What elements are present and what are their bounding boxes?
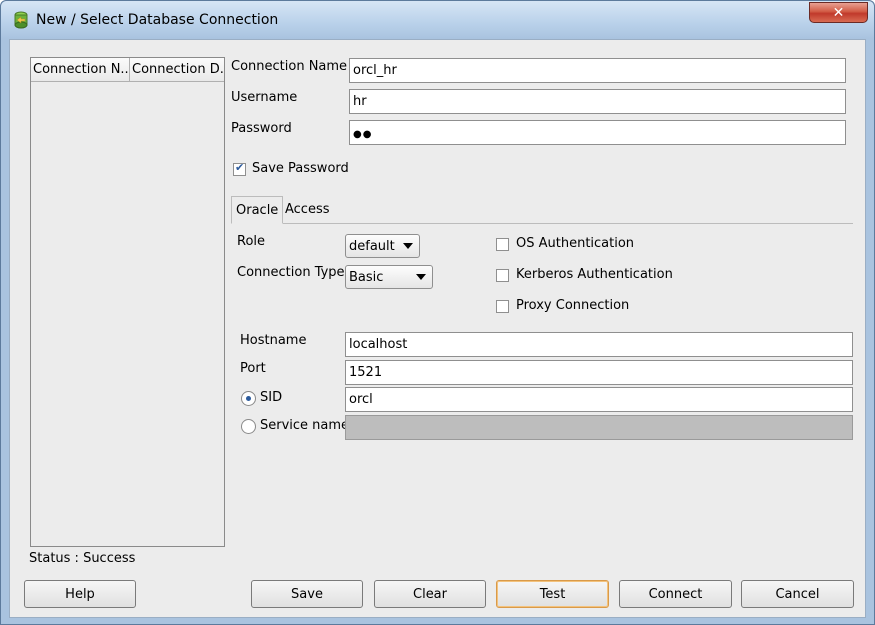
tab-access[interactable]: Access <box>281 196 334 223</box>
sid-radio[interactable] <box>241 391 256 406</box>
password-mask: ●● <box>353 129 373 140</box>
port-label: Port <box>240 361 266 376</box>
save-password-label[interactable]: Save Password <box>252 161 349 176</box>
port-input[interactable]: 1521 <box>345 360 853 385</box>
password-label: Password <box>231 121 292 136</box>
os-authentication-checkbox[interactable] <box>496 238 509 251</box>
username-input[interactable]: hr <box>349 89 846 114</box>
role-select-value: default <box>349 239 395 254</box>
database-connection-icon <box>14 11 28 29</box>
help-button[interactable]: Help <box>24 580 136 608</box>
proxy-connection-label[interactable]: Proxy Connection <box>516 298 629 313</box>
kerberos-authentication-checkbox[interactable] <box>496 269 509 282</box>
sid-input[interactable]: orcl <box>345 387 853 412</box>
connection-name-label: Connection Name <box>231 59 348 74</box>
role-select[interactable]: default <box>345 234 420 258</box>
service-name-label[interactable]: Service name <box>260 418 349 433</box>
dialog-content: Connection N... Connection D... Status :… <box>9 39 866 618</box>
password-input[interactable]: ●● <box>349 120 846 145</box>
connection-type-label: Connection Type <box>237 265 345 280</box>
test-button[interactable]: Test <box>496 580 609 608</box>
chevron-down-icon <box>416 274 426 280</box>
connection-type-tabs: Oracle Access <box>231 196 853 224</box>
title-bar[interactable]: New / Select Database Connection ✕ <box>1 1 874 39</box>
clear-button[interactable]: Clear <box>374 580 486 608</box>
sid-label[interactable]: SID <box>260 390 282 405</box>
save-button[interactable]: Save <box>251 580 363 608</box>
service-name-input <box>345 415 853 440</box>
os-authentication-label[interactable]: OS Authentication <box>516 236 634 251</box>
hostname-label: Hostname <box>240 333 307 348</box>
connection-type-select[interactable]: Basic <box>345 265 433 289</box>
connections-table[interactable]: Connection N... Connection D... <box>30 57 225 547</box>
connection-type-select-value: Basic <box>349 270 384 285</box>
connections-table-header: Connection N... Connection D... <box>31 58 224 82</box>
chevron-down-icon <box>403 243 413 249</box>
role-label: Role <box>237 234 266 249</box>
service-name-radio[interactable] <box>241 419 256 434</box>
status-text: Status : Success <box>29 551 136 566</box>
column-header-connection-name[interactable]: Connection N... <box>31 58 130 81</box>
username-label: Username <box>231 90 298 105</box>
cancel-button[interactable]: Cancel <box>741 580 854 608</box>
kerberos-authentication-label[interactable]: Kerberos Authentication <box>516 267 673 282</box>
window-title: New / Select Database Connection <box>36 12 279 28</box>
hostname-input[interactable]: localhost <box>345 332 853 357</box>
close-button[interactable]: ✕ <box>809 2 868 23</box>
close-icon: ✕ <box>832 4 845 21</box>
connect-button[interactable]: Connect <box>619 580 732 608</box>
tab-oracle[interactable]: Oracle <box>231 196 284 224</box>
dialog-window: New / Select Database Connection ✕ Conne… <box>0 0 875 625</box>
connection-name-input[interactable]: orcl_hr <box>349 58 846 83</box>
save-password-checkbox[interactable] <box>233 161 246 176</box>
column-header-connection-details[interactable]: Connection D... <box>130 58 224 81</box>
proxy-connection-checkbox[interactable] <box>496 300 509 313</box>
